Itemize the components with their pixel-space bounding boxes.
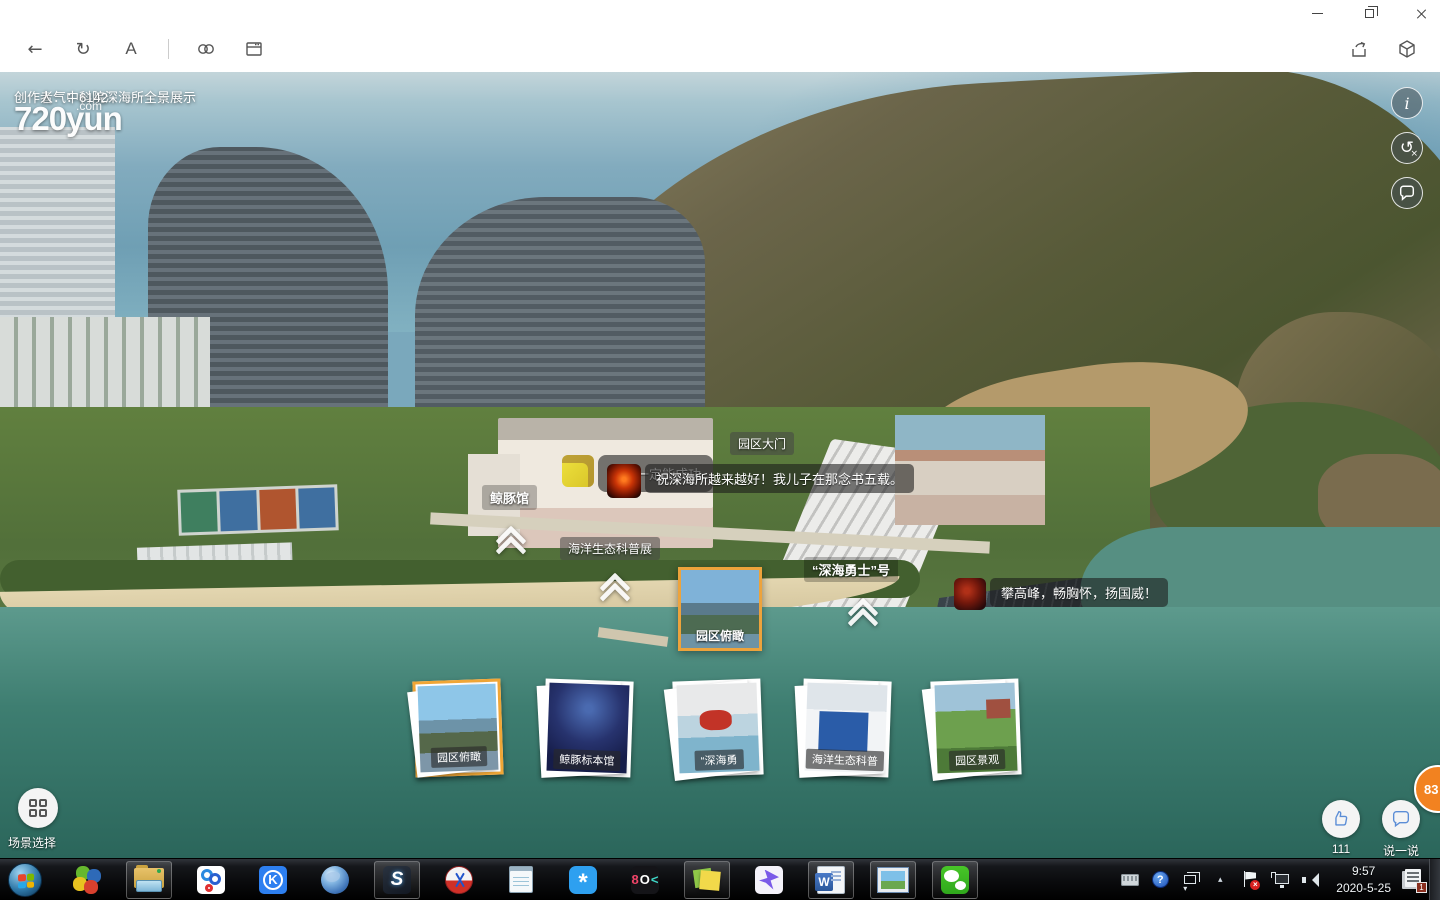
browser-toolbar: ← ↻ A (0, 26, 1440, 72)
avatar (607, 464, 641, 498)
restore-button[interactable] (1358, 4, 1380, 22)
scene-select-label: 场景选择 (8, 834, 56, 851)
taskbar-app-photo-viewer[interactable] (870, 861, 916, 899)
thumbs-up-icon (1330, 808, 1352, 830)
language-bar-restore-icon[interactable]: ▾ (1180, 869, 1200, 891)
taskbar-clock[interactable]: 9:57 2020-5-25 (1326, 863, 1401, 895)
avatar (954, 578, 986, 610)
taskbar-app-explorer[interactable] (126, 861, 172, 899)
pano-sport-courts (177, 484, 339, 536)
taskbar-app-bok[interactable]: 8O< (622, 861, 668, 899)
taskbar-app-sticky-notes[interactable] (684, 861, 730, 899)
gyroscope-off-x: × (1410, 149, 1418, 159)
s-browser-icon: S (383, 866, 411, 894)
like-button[interactable] (1322, 800, 1360, 838)
refresh-icon[interactable]: ↻ (72, 36, 94, 62)
hotspot-label-gate[interactable]: 园区大门 (730, 432, 794, 455)
taskbar-app-notepad[interactable] (498, 861, 544, 899)
info-button[interactable]: i (1391, 87, 1423, 119)
hotspot-arrow-icon[interactable] (492, 528, 536, 562)
scene-thumb-overview[interactable]: 园区俯瞰 (412, 678, 503, 777)
minimize-button[interactable] (1306, 4, 1328, 22)
taskbar-app-snip[interactable] (436, 861, 482, 899)
folder-icon (134, 868, 164, 892)
gyroscope-button[interactable]: ↺ × (1391, 132, 1423, 164)
system-tray: ? ▾ ▴ × (1120, 869, 1326, 891)
comments-button[interactable] (1391, 177, 1423, 209)
visitor-comment: 攀高峰，畅胸怀，扬国威！ (954, 578, 1168, 610)
hotspot-label-eco-expo[interactable]: 海洋生态科普展 (560, 537, 660, 560)
3d-cube-icon[interactable] (1396, 36, 1418, 62)
volume-icon[interactable] (1300, 869, 1320, 891)
bok-icon: 8O< (631, 866, 659, 894)
show-hidden-icons[interactable]: ▴ (1210, 869, 1230, 891)
hotspot-arrow-icon[interactable] (844, 600, 888, 634)
scene-select-button[interactable] (18, 788, 58, 828)
pano-villas (0, 317, 210, 412)
scene-thumb-deepsea-warrior[interactable]: “深海勇 (672, 678, 763, 777)
notes-tray-icon[interactable]: 1 (1401, 867, 1427, 893)
speech-bubble-icon (1390, 808, 1412, 830)
grid-icon (29, 799, 47, 817)
taskbar-app-k[interactable]: K (250, 861, 296, 899)
taskbar-app-pinwheel[interactable] (64, 861, 110, 899)
input-method-keyboard-icon[interactable] (1120, 869, 1140, 891)
panorama-viewport[interactable]: 创作者：中科院深海所全景展示人气：6142 720yun .com i ↺ × … (0, 72, 1440, 858)
k-app-icon: K (259, 866, 287, 894)
scene-thumb-park-view[interactable]: 园区景观 (930, 678, 1021, 777)
globe-icon (321, 866, 349, 894)
taskbar-app-thunder[interactable] (746, 861, 792, 899)
taskbar-app-tim[interactable]: * (560, 861, 606, 899)
app-window: ← ↻ A (0, 0, 1440, 900)
help-icon[interactable]: ? (1150, 869, 1170, 891)
visitor-comment: 祝深海所越来越好！我儿子在那念书五载。 (607, 464, 914, 498)
star-bubble-icon: * (569, 866, 597, 894)
bird-icon (755, 866, 783, 894)
taskbar-app-browser-globe[interactable] (312, 861, 358, 899)
hotspot-label-whale-hall[interactable]: 鲸豚馆 (482, 485, 537, 510)
taskbar-app-word[interactable]: W (808, 861, 854, 899)
wechat-icon (941, 866, 969, 894)
sticky-notes-icon (693, 866, 721, 894)
hotspot-arrow-icon[interactable] (596, 575, 640, 609)
say-label: 说一说 (1383, 842, 1419, 858)
say-button[interactable] (1382, 800, 1420, 838)
toolbar-divider (168, 39, 169, 59)
hotspot-thumbnail-overview[interactable]: 园区俯瞰 (678, 567, 762, 651)
link-icon[interactable] (195, 36, 217, 62)
reading-view-icon[interactable]: A (120, 36, 142, 62)
pano-brick-building (895, 415, 1045, 525)
network-icon[interactable] (1270, 869, 1290, 891)
taskbar-app-rings[interactable] (188, 861, 234, 899)
like-count: 111 (1332, 842, 1350, 856)
scene-thumb-eco-expo[interactable]: 海洋生态科普 (800, 678, 891, 777)
scissors-icon (445, 866, 473, 894)
action-center-flag-icon[interactable]: × (1240, 869, 1260, 891)
back-icon[interactable]: ← (24, 36, 46, 62)
comment-bubble-icon (1398, 184, 1416, 202)
windows-logo-icon (8, 863, 42, 897)
hotspot-label-warrior[interactable]: “深海勇士”号 (804, 557, 898, 582)
avatar (562, 455, 594, 487)
window-layout-icon[interactable] (243, 36, 265, 62)
word-icon: W (817, 866, 845, 894)
clock-time: 9:57 (1336, 863, 1391, 879)
notepad-icon (509, 866, 533, 893)
title-bar (0, 0, 1440, 26)
info-icon: i (1404, 94, 1409, 113)
clock-date: 2020-5-25 (1336, 880, 1391, 896)
taskbar-app-sogou[interactable]: S (374, 861, 420, 899)
photo-icon (878, 868, 908, 892)
notes-badge: 1 (1416, 882, 1427, 893)
windows-taskbar: K S * 8O< (0, 858, 1440, 900)
rings-icon (197, 866, 225, 894)
taskbar-app-wechat[interactable] (932, 861, 978, 899)
close-button[interactable] (1410, 4, 1432, 22)
start-button[interactable] (2, 861, 48, 899)
show-desktop-button[interactable] (1429, 859, 1440, 900)
share-icon[interactable] (1348, 36, 1370, 62)
scene-thumb-whale-museum[interactable]: 鲸豚标本馆 (542, 678, 633, 777)
pano-city-towers-white (0, 127, 115, 342)
pinwheel-icon (73, 866, 101, 894)
